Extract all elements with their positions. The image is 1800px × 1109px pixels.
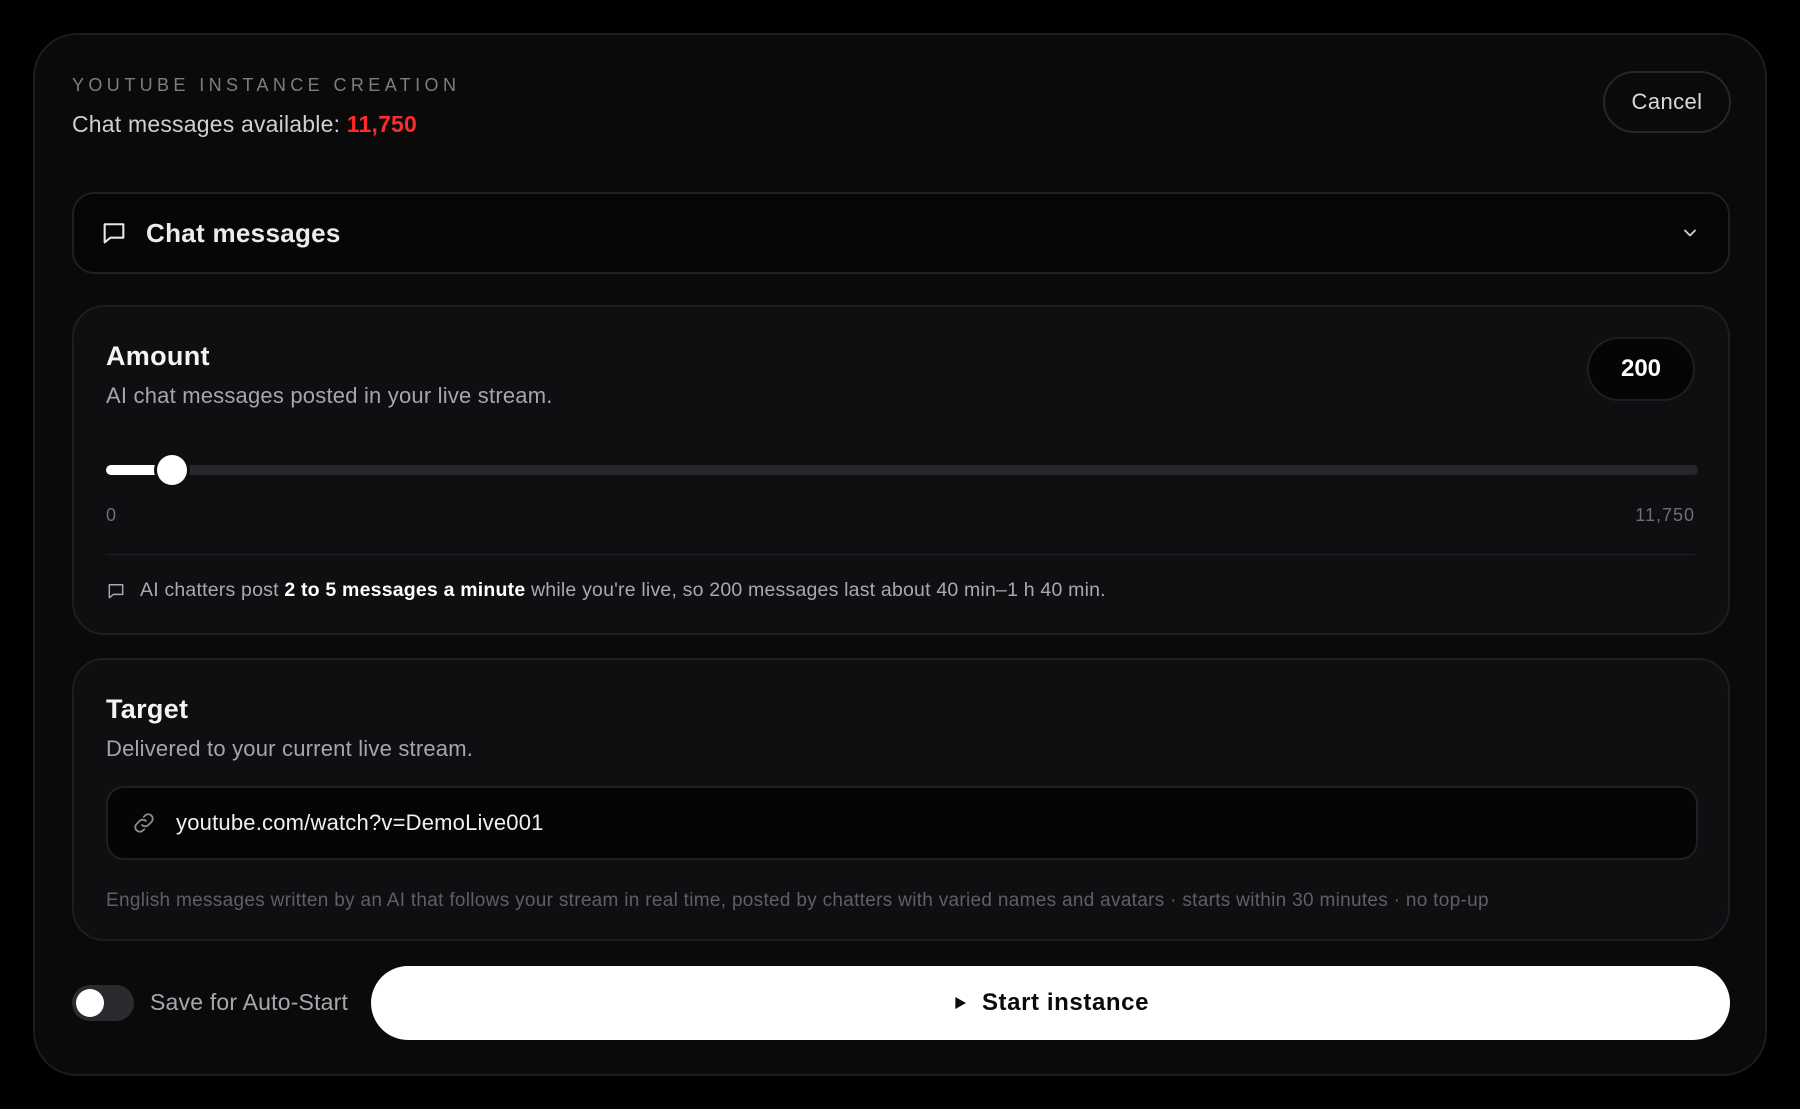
available-label: Chat messages available: — [72, 111, 341, 137]
amount-value-input[interactable]: 200 — [1587, 337, 1695, 401]
target-fineprint: English messages written by an AI that f… — [106, 890, 1489, 911]
messages-available: Chat messages available: 11,750 — [72, 111, 417, 138]
amount-slider-thumb[interactable] — [157, 455, 188, 485]
pace-note-rate: 2 to 5 messages a minute — [284, 579, 526, 601]
target-card: Target Delivered to your current live st… — [72, 658, 1730, 941]
pace-note: AI chatters post 2 to 5 messages a minut… — [106, 579, 1106, 602]
amount-card: Amount AI chat messages posted in your l… — [72, 305, 1730, 635]
auto-start-toggle[interactable] — [72, 985, 134, 1021]
amount-subtitle: AI chat messages posted in your live str… — [106, 383, 553, 408]
stream-url-field[interactable] — [106, 786, 1698, 860]
link-icon — [132, 810, 158, 836]
target-title: Target — [106, 694, 189, 724]
available-count: 11,750 — [346, 111, 418, 137]
play-icon — [952, 994, 970, 1012]
pace-note-prefix: AI chatters post — [140, 579, 279, 601]
slider-min-label: 0 — [106, 505, 118, 525]
auto-start-label: Save for Auto-Start — [150, 989, 349, 1015]
auto-start-toggle-knob — [76, 989, 104, 1017]
cancel-button[interactable]: Cancel — [1603, 71, 1731, 133]
start-instance-button[interactable]: Start instance — [371, 966, 1730, 1040]
pace-note-suffix: while you're live, so 200 messages last … — [531, 579, 1106, 601]
stream-url-input[interactable] — [174, 809, 1672, 837]
amount-title: Amount — [106, 341, 210, 371]
modal-eyebrow-title: YOUTUBE INSTANCE CREATION — [72, 75, 461, 95]
chevron-down-icon — [1678, 221, 1702, 245]
amount-slider[interactable] — [106, 455, 1698, 485]
amount-divider — [106, 554, 1695, 555]
slider-max-label: 11,750 — [1635, 505, 1695, 525]
target-subtitle: Delivered to your current live stream. — [106, 736, 474, 761]
service-select-value: Chat messages — [146, 217, 341, 248]
chat-bubble-icon — [106, 580, 128, 602]
instance-creation-modal: YOUTUBE INSTANCE CREATION Chat messages … — [33, 33, 1767, 1076]
service-select[interactable]: Chat messages — [72, 192, 1730, 274]
start-instance-label: Start instance — [981, 989, 1150, 1016]
chat-bubble-icon — [100, 219, 128, 247]
